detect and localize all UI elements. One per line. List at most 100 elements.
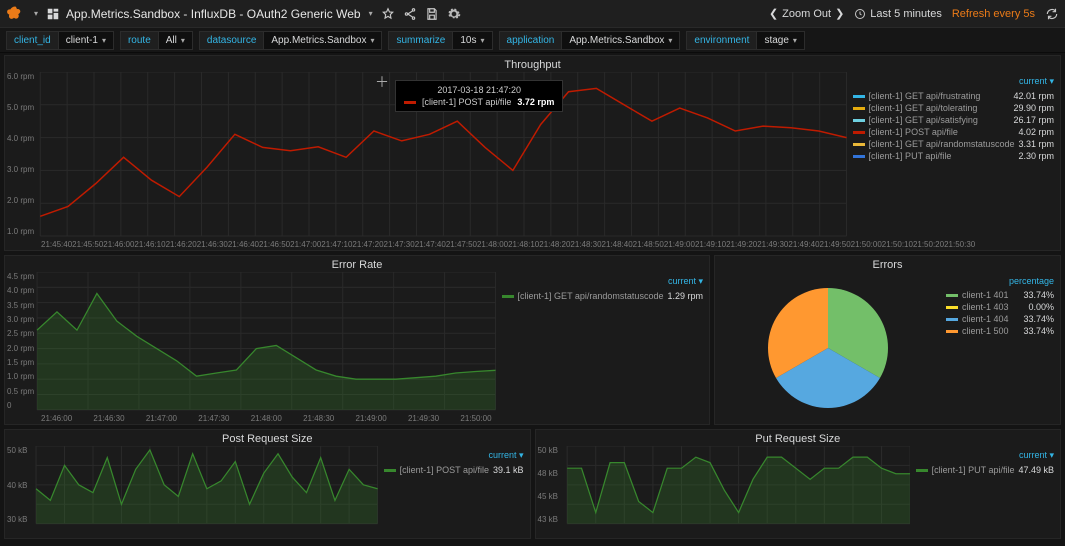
legend-item[interactable]: [client-1] GET api/randomstatuscode 3.31… — [853, 138, 1054, 150]
grafana-logo[interactable] — [6, 5, 24, 23]
errors-legend: percentage client-1 401 33.74% client-1 … — [940, 272, 1060, 424]
legend-name: client-1 403 — [962, 302, 1024, 312]
star-icon[interactable] — [381, 7, 395, 21]
gear-icon[interactable] — [447, 7, 461, 21]
put-size-legend: current ▾ [client-1] PUT api/file 47.49 … — [910, 446, 1060, 538]
legend-swatch — [502, 295, 514, 298]
legend-header[interactable]: current ▾ — [853, 76, 1054, 87]
legend-item[interactable]: [client-1] POST api/file 4.02 rpm — [853, 126, 1054, 138]
var-value: App.Metrics.Sandbox▾ — [263, 31, 382, 50]
topbar-right: ❮ Zoom Out ❯ Last 5 minutes Refresh ever… — [769, 7, 1059, 21]
legend-header[interactable]: current ▾ — [384, 450, 524, 461]
var-value: All▾ — [158, 31, 193, 50]
legend-swatch — [853, 143, 865, 146]
var-label: client_id — [6, 31, 58, 50]
legend-item[interactable]: client-1 403 0.00% — [946, 301, 1054, 313]
legend-name: client-1 500 — [962, 326, 1019, 336]
legend-name: [client-1] GET api/randomstatuscode — [518, 291, 664, 301]
put-size-chart[interactable]: 50 kB48 kB45 kB43 kB — [536, 446, 910, 538]
post-size-chart[interactable]: 50 kB40 kB30 kB — [5, 446, 378, 538]
legend-value: 29.90 rpm — [1013, 103, 1054, 113]
legend-value: 4.02 rpm — [1018, 127, 1054, 137]
refresh-picker[interactable]: Refresh every 5s — [952, 8, 1035, 20]
panel-errors: Errors percentage client-1 401 33.74% cl… — [714, 255, 1061, 425]
panel-title[interactable]: Error Rate — [5, 256, 709, 272]
timerange-label: Last 5 minutes — [870, 8, 942, 20]
panel-put-size: Put Request Size 50 kB48 kB45 kB43 kB cu… — [535, 429, 1062, 539]
legend-swatch — [946, 306, 958, 309]
legend-value: 2.30 rpm — [1018, 151, 1054, 161]
save-icon[interactable] — [425, 7, 439, 21]
legend-value: 47.49 kB — [1018, 465, 1054, 475]
legend-header[interactable]: current ▾ — [916, 450, 1054, 461]
legend-item[interactable]: [client-1] GET api/frustrating 42.01 rpm — [853, 90, 1054, 102]
legend-swatch — [916, 469, 928, 472]
dashboard-title-picker[interactable]: App.Metrics.Sandbox - InfluxDB - OAuth2 … — [46, 7, 373, 21]
zoom-out-button[interactable]: Zoom Out — [782, 8, 831, 20]
title-caret-icon: ▾ — [369, 9, 373, 18]
legend-swatch — [853, 119, 865, 122]
legend-name: [client-1] PUT api/file — [869, 151, 1015, 161]
post-size-legend: current ▾ [client-1] POST api/file 39.1 … — [378, 446, 530, 538]
panel-title[interactable]: Post Request Size — [5, 430, 530, 446]
legend-value: 39.1 kB — [493, 465, 524, 475]
legend-swatch — [946, 294, 958, 297]
legend-header[interactable]: percentage — [946, 276, 1054, 286]
topbar: ▾ App.Metrics.Sandbox - InfluxDB - OAuth… — [0, 0, 1065, 28]
legend-name: [client-1] GET api/satisfying — [869, 115, 1010, 125]
legend-item[interactable]: [client-1] PUT api/file 2.30 rpm — [853, 150, 1054, 162]
var-application[interactable]: application App.Metrics.Sandbox▾ — [499, 31, 681, 50]
var-datasource[interactable]: datasource App.Metrics.Sandbox▾ — [199, 31, 383, 50]
throughput-legend: current ▾ [client-1] GET api/frustrating… — [847, 72, 1060, 250]
error-rate-chart[interactable]: 4.5 rpm4.0 rpm3.5 rpm3.0 rpm2.5 rpm2.0 r… — [5, 272, 496, 424]
legend-item[interactable]: [client-1] GET api/tolerating 29.90 rpm — [853, 102, 1054, 114]
legend-name: [client-1] GET api/randomstatuscode — [869, 139, 1015, 149]
refresh-icon[interactable] — [1045, 7, 1059, 21]
legend-item[interactable]: client-1 404 33.74% — [946, 313, 1054, 325]
legend-header[interactable]: current ▾ — [502, 276, 703, 287]
dashboard-title: App.Metrics.Sandbox - InfluxDB - OAuth2 … — [66, 7, 361, 21]
panel-post-size: Post Request Size 50 kB40 kB30 kB curren… — [4, 429, 531, 539]
legend-swatch — [384, 469, 396, 472]
dashboard-icon — [46, 7, 60, 21]
legend-name: [client-1] GET api/frustrating — [869, 91, 1010, 101]
panel-title[interactable]: Errors — [715, 256, 1060, 272]
legend-name: client-1 404 — [962, 314, 1019, 324]
errors-pie-chart[interactable] — [715, 272, 940, 424]
var-label: environment — [686, 31, 756, 50]
legend-item[interactable]: [client-1] GET api/satisfying 26.17 rpm — [853, 114, 1054, 126]
share-icon[interactable] — [403, 7, 417, 21]
legend-value: 33.74% — [1023, 314, 1054, 324]
var-client_id[interactable]: client_id client-1▾ — [6, 31, 114, 50]
legend-name: [client-1] GET api/tolerating — [869, 103, 1010, 113]
var-environment[interactable]: environment stage▾ — [686, 31, 805, 50]
legend-name: [client-1] POST api/file — [869, 127, 1015, 137]
var-value: stage▾ — [756, 31, 804, 50]
legend-value: 33.74% — [1023, 326, 1054, 336]
menu-caret-icon[interactable]: ▾ — [34, 9, 38, 18]
var-route[interactable]: route All▾ — [120, 31, 193, 50]
timerange-picker[interactable]: Last 5 minutes — [854, 8, 942, 20]
panel-title[interactable]: Put Request Size — [536, 430, 1061, 446]
legend-item[interactable]: [client-1] GET api/randomstatuscode 1.29… — [502, 290, 703, 302]
var-label: route — [120, 31, 158, 50]
legend-swatch — [853, 95, 865, 98]
panel-title[interactable]: Throughput — [5, 56, 1060, 72]
time-nav: ❮ Zoom Out ❯ — [769, 7, 844, 20]
legend-item[interactable]: client-1 500 33.74% — [946, 325, 1054, 337]
var-label: datasource — [199, 31, 263, 50]
legend-item[interactable]: [client-1] POST api/file 39.1 kB — [384, 464, 524, 476]
legend-name: client-1 401 — [962, 290, 1019, 300]
legend-swatch — [853, 131, 865, 134]
panel-error-rate: Error Rate 4.5 rpm4.0 rpm3.5 rpm3.0 rpm2… — [4, 255, 710, 425]
time-forward-button[interactable]: ❯ — [835, 7, 844, 20]
time-back-button[interactable]: ❮ — [769, 7, 778, 20]
legend-swatch — [946, 330, 958, 333]
var-value: 10s▾ — [452, 31, 492, 50]
legend-item[interactable]: client-1 401 33.74% — [946, 289, 1054, 301]
var-value: App.Metrics.Sandbox▾ — [561, 31, 680, 50]
throughput-chart[interactable]: 6.0 rpm5.0 rpm4.0 rpm3.0 rpm2.0 rpm1.0 r… — [5, 72, 847, 250]
legend-swatch — [946, 318, 958, 321]
legend-item[interactable]: [client-1] PUT api/file 47.49 kB — [916, 464, 1054, 476]
var-summarize[interactable]: summarize 10s▾ — [388, 31, 492, 50]
